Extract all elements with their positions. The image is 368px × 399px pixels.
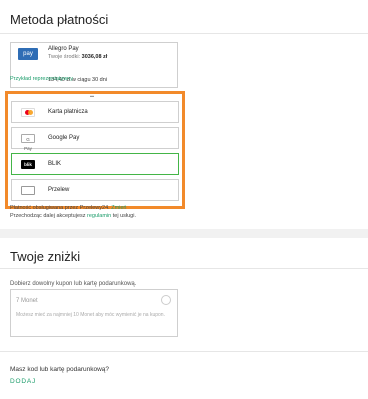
divider (0, 33, 368, 34)
payment-section: Metoda płatności pay Allegro Pay Twoje ś… (0, 0, 368, 229)
add-code-button[interactable]: DODAJ (10, 378, 36, 385)
payment-title: Metoda płatności (10, 12, 109, 27)
change-link[interactable]: Zmień (111, 205, 126, 211)
method-card[interactable]: Karta płatnicza (11, 101, 179, 123)
terms-note: Przechodząc dalej akceptujesz regulamin … (10, 213, 136, 219)
divider (0, 351, 368, 352)
allegro-pay-funds: Twoje środki: 3036,08 zł (48, 54, 107, 60)
coupon-description: Możesz mieć za najmniej 10 Monet aby móc… (16, 312, 165, 318)
visa-mastercard-icon (21, 108, 35, 117)
bank-transfer-icon (21, 186, 35, 195)
blik-icon: blik (21, 160, 35, 169)
discounts-title: Twoje zniżki (10, 249, 81, 264)
payment-note: Płatność obsługiwana przez Przelewy24. Z… (10, 205, 126, 211)
funds-value: 3036,08 zł (81, 54, 108, 60)
method-google-pay[interactable]: G Pay Google Pay (11, 127, 179, 151)
allegro-pay-icon: pay (18, 48, 38, 60)
coupon-title: 7 Monet (16, 298, 38, 304)
allegro-pay-option[interactable]: pay Allegro Pay Twoje środki: 3036,08 zł (10, 42, 178, 74)
funds-label: Twoje środki: (48, 54, 81, 60)
method-blik-label: BLIK (48, 161, 62, 167)
method-transfer[interactable]: Przelew (11, 179, 179, 201)
notch-mark: ▬ (90, 93, 94, 98)
google-pay-icon: G Pay (21, 134, 35, 151)
divider (0, 268, 368, 269)
allegro-pay-name: Allegro Pay (48, 46, 79, 52)
coin-icon (161, 295, 171, 305)
method-transfer-label: Przelew (48, 187, 70, 193)
example-link[interactable]: Przykład reprezentatywny (10, 76, 73, 82)
terms-post: tej usługi. (112, 213, 136, 219)
method-google-pay-label: Google Pay (48, 135, 80, 141)
note-text: Płatność obsługiwana przez Przelewy24. (10, 205, 110, 211)
method-card-label: Karta płatnicza (48, 109, 88, 115)
coupon-label: Dobierz dowolny kupon lub kartę podarunk… (10, 281, 137, 287)
terms-pre: Przechodząc dalej akceptujesz (10, 213, 86, 219)
terms-link[interactable]: regulamin (87, 213, 111, 219)
coupon-card[interactable]: 7 Monet Możesz mieć za najmniej 10 Monet… (10, 289, 178, 337)
method-blik[interactable]: blik BLIK (11, 153, 179, 175)
discounts-section: Twoje zniżki Dobierz dowolny kupon lub k… (0, 238, 368, 399)
code-question: Masz kod lub kartę podarunkową? (10, 366, 110, 373)
